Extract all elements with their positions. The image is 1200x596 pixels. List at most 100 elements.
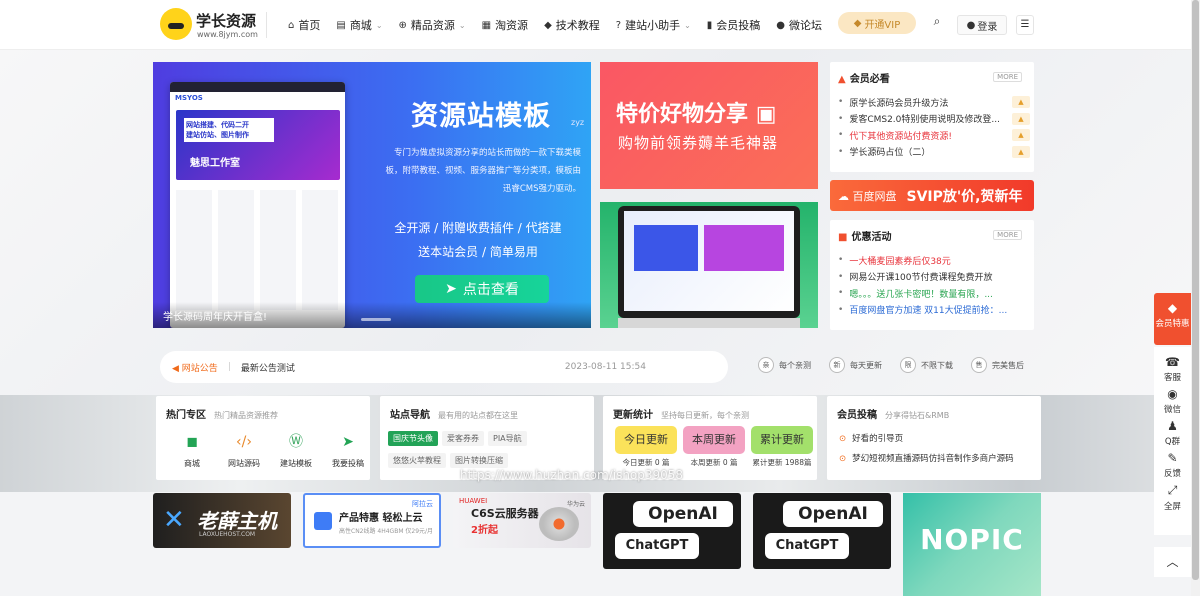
sidebar-反馈[interactable]: ✎ 反馈 [1154, 449, 1191, 481]
fullscreen-icon: ⤢ [1167, 483, 1178, 497]
feature-label: 每天更新 [850, 360, 882, 370]
list-item[interactable]: 百度网盘官方加速 双11大促提前抢：... [838, 302, 1030, 319]
list-item[interactable]: 学长源码占位（二）▲ [838, 144, 1030, 161]
logo-title: 学长资源 [196, 12, 257, 30]
sidebar-Q群[interactable]: ♟ Q群 [1154, 417, 1191, 449]
page-scrollbar[interactable] [1191, 0, 1200, 596]
site-nav-tag[interactable]: 悠悠火苹教程 [388, 453, 446, 468]
question-icon: ? [615, 19, 622, 31]
hero-slider[interactable]: MSYOS 网站搭建、代码二开 建站仿站、图片制作 魅思工作室 资源站模板 zy… [153, 62, 591, 328]
sidebar-微信[interactable]: ◉ 微信 [1154, 385, 1191, 417]
hot-zone-link[interactable]: ➤ 我要投稿 [322, 432, 374, 469]
sidebar-vip-button[interactable]: ◆ 会员特惠 [1154, 293, 1191, 345]
openai-banner-1[interactable]: OpenAI ChatGPT [603, 493, 741, 569]
hot-zone-links: ◼ 商城 ‹/› 网站源码 Ⓦ 建站模板 ➤ 我要投稿 [166, 432, 374, 469]
site-nav-tag[interactable]: 国庆节头像 [388, 431, 438, 446]
update-stat[interactable]: 今日更新 今日更新 0 篇 [615, 426, 677, 468]
feature-item: 新每天更新 [829, 357, 882, 373]
submission-item[interactable]: 梦幻短视频直播源码仿抖音制作多商户源码 [839, 452, 1014, 472]
nav-item-0[interactable]: ⌂ 首页 [280, 0, 328, 50]
baidu-pan-banner[interactable]: ☁ 百度网盘 SVIP放'价,贺新年 [830, 180, 1034, 211]
list-item[interactable]: 网易公开课100节付费课程免费开放 [838, 269, 1030, 286]
sale-ad-title: 特价好物分享 ▣ [616, 102, 777, 127]
update-stat-button[interactable]: 本周更新 [683, 426, 745, 454]
service-features: 亲每个亲测 新每天更新 限不限下载 售完美售后 [758, 357, 1042, 373]
update-stat[interactable]: 本周更新 本周更新 0 篇 [683, 426, 745, 468]
template-preview-image: MSYOS 网站搭建、代码二开 建站仿站、图片制作 魅思工作室 [170, 82, 345, 328]
sidebar-全屏[interactable]: ⤢ 全屏 [1154, 481, 1191, 513]
hero-view-button[interactable]: ➤ 点击查看 [415, 275, 549, 303]
submission-list: 好看的引导页梦幻短视频直播源码仿抖音制作多商户源码 [839, 432, 1014, 472]
laoxue-logo-icon: ✕ [163, 505, 185, 535]
nav-item-5[interactable]: ? 建站小助手 ⌄ [608, 0, 699, 50]
nav-item-7[interactable]: ● 微论坛 [768, 0, 830, 50]
hot-zone-link-label: 建站模板 [280, 459, 312, 468]
sidebar-label: 全屏 [1163, 502, 1181, 512]
feature-label: 不限下载 [921, 360, 953, 370]
notice-bar[interactable]: ◀ 网站公告 | 最新公告测试 2023-08-11 15:54 [160, 351, 728, 383]
sidebar-label: 客服 [1163, 373, 1181, 383]
nav-item-1[interactable]: ▤ 商城 ⌄ [328, 0, 390, 50]
sale-ad-subtitle: 购物前领券薅羊毛神器 [618, 134, 779, 152]
back-to-top-button[interactable]: ︿ [1154, 547, 1191, 577]
member-must-more[interactable]: MORE [993, 72, 1022, 82]
promo-more[interactable]: MORE [993, 230, 1022, 240]
nav-label: 建站小助手 [625, 19, 681, 32]
nav-item-3[interactable]: ▦ 淘资源 [474, 0, 536, 50]
feature-item: 售完美售后 [971, 357, 1024, 373]
scrollbar-thumb[interactable] [1192, 0, 1199, 580]
nav-item-2[interactable]: ⊕ 精品资源 ⌄ [391, 0, 474, 50]
nav-label: 精品资源 [410, 19, 455, 32]
sale-ad-banner[interactable]: 特价好物分享 ▣ 购物前领券薅羊毛神器 [600, 62, 818, 189]
hot-zone-link-label: 网站源码 [228, 459, 260, 468]
hot-zone-link[interactable]: ‹/› 网站源码 [218, 432, 270, 469]
list-item[interactable]: 一大桶麦园素券后仅38元 [838, 252, 1030, 269]
template-showcase-banner[interactable] [600, 202, 818, 328]
sidebar-客服[interactable]: ☎ 客服 [1154, 353, 1191, 385]
list-item[interactable]: 代下其他资源站付费资源!▲ [838, 127, 1030, 144]
list-item[interactable]: 嗯。。。送几张卡密吧！数量有限，... [838, 285, 1030, 302]
nav-item-6[interactable]: ▮ 会员投稿 [699, 0, 769, 50]
open-vip-button[interactable]: ◆ 开通VIP [838, 12, 916, 34]
openai-banner-2[interactable]: OpenAI ChatGPT [753, 493, 891, 569]
promo-panel: ■优惠活动 MORE 一大桶麦园素券后仅38元网易公开课100节付费课程免费开放… [830, 220, 1034, 330]
cloud-promo-title: 产品特惠 轻松上云 [339, 513, 423, 524]
list-item[interactable]: 爱客CMS2.0特别使用说明及修改登...▲ [838, 111, 1030, 128]
login-button[interactable]: ● 登录 [957, 15, 1007, 35]
hot-zone-link-label: 商城 [184, 459, 200, 468]
cloud-promo-banner[interactable]: 阿拉云 产品特惠 轻松上云 高性CN2线路 4H4GBM 仅29元/月 [303, 493, 441, 548]
member-must-panel: ▲会员必看 MORE 原学长源码会员升级方法▲爱客CMS2.0特别使用说明及修改… [830, 62, 1034, 172]
update-stat[interactable]: 累计更新 累计更新 1988篇 [751, 426, 813, 468]
watermark-text: https://www.huzhan.com/ishop39058 [460, 468, 684, 482]
nav-item-4[interactable]: ◆ 技术教程 [536, 0, 608, 50]
list-item[interactable]: 原学长源码会员升级方法▲ [838, 94, 1030, 111]
notice-date: 2023-08-11 15:54 [564, 362, 646, 372]
baidu-pan-slogan: SVIP放'价,贺新年 [906, 188, 1023, 205]
hot-zone-link[interactable]: ◼ 商城 [166, 432, 218, 469]
site-logo[interactable]: 学长资源 www.8jym.com [160, 8, 258, 42]
send-icon: ➤ [445, 281, 457, 297]
laoxue-host-banner[interactable]: ✕ 老薛主机 LAOXUEHOST.COM [153, 493, 291, 548]
hero-subtitle: zyz [571, 118, 585, 127]
preview-banner-line1: 网站搭建、代码二开 [186, 121, 249, 129]
huawei-cloud-banner[interactable]: HUAWEI 华为云 C6S云服务器 2折起 [453, 493, 591, 548]
diamond-icon: ◆ [1167, 301, 1178, 315]
search-icon[interactable]: ⌕ [928, 14, 946, 32]
menu-icon[interactable]: ☰ [1016, 15, 1034, 35]
hero-features: 全开源 / 附赠收费插件 / 代搭建 送本站会员 / 简单易用 [378, 216, 578, 264]
nopic-placeholder[interactable]: NOPIC [903, 493, 1041, 596]
update-stat-button[interactable]: 今日更新 [615, 426, 677, 454]
site-nav-tag[interactable]: PIA导航 [488, 431, 527, 446]
nav-label: 首页 [298, 19, 321, 32]
hot-zone-link[interactable]: Ⓦ 建站模板 [270, 432, 322, 469]
sidebar-vip-label: 会员特惠 [1155, 319, 1190, 329]
submission-item[interactable]: 好看的引导页 [839, 432, 1014, 452]
site-nav-tag[interactable]: 爱客券券 [442, 431, 484, 446]
chevron-down-icon: ⌄ [684, 20, 691, 30]
slider-indicator[interactable] [361, 318, 391, 321]
promo-title: ■ 优惠活动 [838, 232, 892, 243]
member-must-title: ▲ 会员必看 [838, 74, 890, 85]
bell-icon: ▲ [838, 74, 846, 85]
site-nav-tag[interactable]: 图片转换压缩 [450, 453, 508, 468]
update-stat-button[interactable]: 累计更新 [751, 426, 813, 454]
